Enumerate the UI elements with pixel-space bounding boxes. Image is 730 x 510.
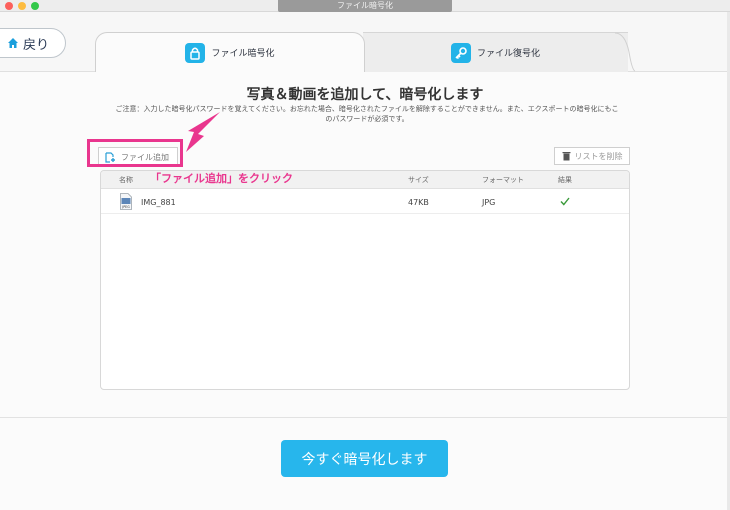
app-window: ファイル暗号化 戻り ファイル復号化 ファイル暗号化 写真＆動画を追加して、暗号… bbox=[0, 0, 730, 510]
file-size: 47KB bbox=[408, 198, 429, 207]
trash-icon bbox=[562, 152, 570, 161]
file-list-table: 名称 サイズ フォーマット 結果 JPEG IMG_881 47KB JPG bbox=[100, 170, 630, 390]
footer-divider bbox=[0, 417, 730, 418]
annotation-callout: 「ファイル追加」をクリック bbox=[150, 172, 293, 185]
clear-list-button-label: リストを削除 bbox=[574, 151, 623, 161]
tab-file-encrypt-label: ファイル暗号化 bbox=[211, 49, 275, 59]
window-close-button[interactable] bbox=[5, 2, 13, 10]
column-header-result: 結果 bbox=[558, 176, 572, 184]
annotation-arrow bbox=[186, 112, 220, 152]
tab-file-encrypt[interactable]: ファイル暗号化 bbox=[95, 32, 365, 72]
column-header-format: フォーマット bbox=[482, 176, 524, 184]
jpeg-file-icon: JPEG bbox=[120, 193, 132, 210]
tab-file-decrypt-label: ファイル復号化 bbox=[476, 49, 540, 59]
window-title: ファイル暗号化 bbox=[278, 0, 452, 12]
file-format: JPG bbox=[482, 198, 496, 207]
home-icon bbox=[8, 38, 18, 48]
lock-icon bbox=[185, 42, 206, 63]
back-button-label: 戻り bbox=[23, 37, 50, 53]
checkmark-icon bbox=[560, 197, 570, 206]
table-row[interactable]: JPEG IMG_881 47KB JPG bbox=[101, 190, 629, 214]
title-bar: ファイル暗号化 bbox=[0, 0, 730, 12]
annotation-highlight-box bbox=[87, 139, 183, 167]
column-header-size: サイズ bbox=[408, 176, 429, 184]
clear-list-button[interactable]: リストを削除 bbox=[554, 147, 630, 165]
window-maximize-button[interactable] bbox=[31, 2, 39, 10]
encrypt-now-button[interactable]: 今すぐ暗号化します bbox=[281, 440, 448, 477]
svg-text:JPEG: JPEG bbox=[121, 205, 130, 209]
back-button[interactable]: 戻り bbox=[0, 28, 66, 58]
key-icon bbox=[450, 42, 471, 63]
tab-bar: ファイル復号化 ファイル暗号化 bbox=[95, 32, 640, 72]
page-headline: 写真＆動画を追加して、暗号化します bbox=[246, 87, 484, 103]
tab-file-decrypt[interactable]: ファイル復号化 bbox=[363, 32, 628, 72]
file-name: IMG_881 bbox=[141, 198, 176, 207]
tab-edge-decoration bbox=[615, 32, 635, 72]
column-header-name: 名称 bbox=[119, 176, 133, 184]
window-minimize-button[interactable] bbox=[18, 2, 26, 10]
